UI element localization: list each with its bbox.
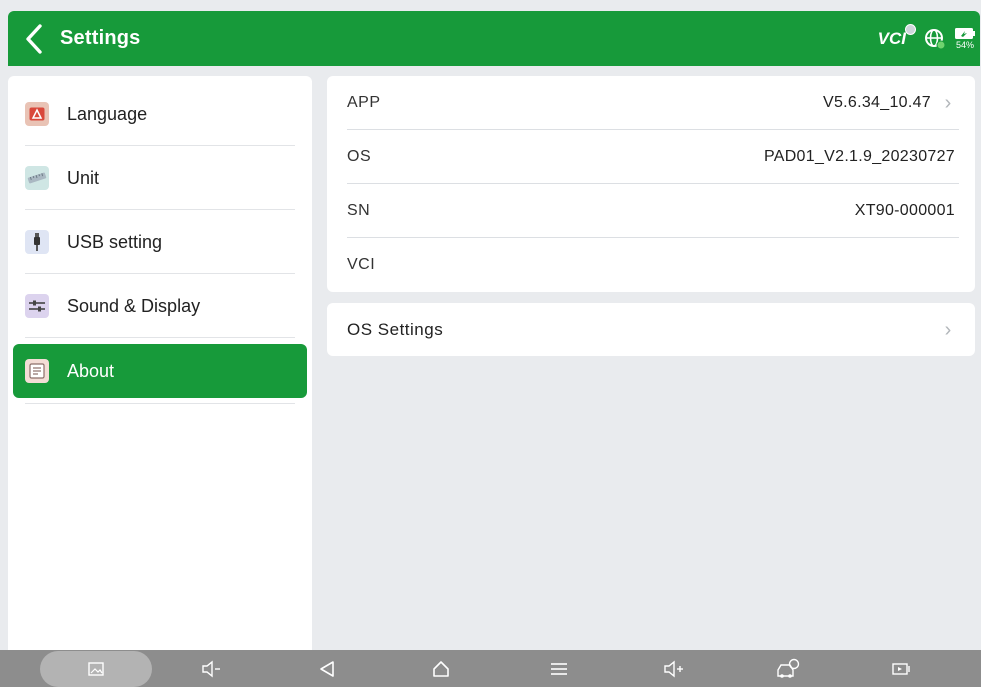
back-nav-button[interactable]	[305, 650, 349, 687]
globe-icon[interactable]	[924, 28, 946, 50]
chevron-right-icon: ›	[944, 91, 952, 114]
sliders-icon	[25, 294, 49, 318]
row-label: VCI	[347, 256, 376, 273]
volume-up-icon	[664, 660, 683, 677]
screen-record-icon	[892, 662, 910, 675]
chevron-right-icon: ›	[944, 318, 952, 341]
status-indicators: VCI 54%	[877, 23, 980, 50]
back-button[interactable]	[8, 11, 60, 66]
document-icon	[25, 359, 49, 383]
screen-record-button[interactable]	[880, 650, 924, 687]
serial-number-row: SN XT90-000001	[327, 184, 975, 238]
battery-indicator: 54%	[954, 27, 976, 50]
vci-label: VCI	[877, 28, 906, 48]
row-label: APP	[347, 94, 381, 111]
menu-icon	[551, 662, 567, 675]
sidebar-item-label: Language	[67, 103, 148, 124]
row-label: SN	[347, 202, 371, 219]
sidebar-item-label: Sound & Display	[67, 295, 201, 316]
vci-connection-dot	[905, 23, 916, 35]
gallery-button[interactable]	[74, 650, 118, 687]
ruler-icon	[25, 166, 49, 190]
home-icon	[433, 660, 449, 677]
chevron-left-icon	[26, 23, 42, 54]
volume-down-button[interactable]	[190, 650, 234, 687]
volume-down-icon	[202, 660, 220, 677]
settings-sidebar: Language Unit USB setting Sound & Displa…	[8, 76, 312, 650]
gallery-icon	[88, 661, 104, 676]
sidebar-item-label: USB setting	[67, 231, 163, 252]
sidebar-item-language[interactable]: Language	[13, 82, 307, 146]
os-settings-row[interactable]: OS Settings ›	[327, 303, 975, 357]
os-settings-label: OS Settings	[347, 320, 444, 339]
sidebar-item-unit[interactable]: Unit	[13, 146, 307, 210]
sidebar-item-usb-setting[interactable]: USB setting	[13, 210, 307, 274]
car-diagnosis-icon	[777, 658, 800, 678]
battery-percent: 54%	[955, 40, 974, 50]
row-value: V5.6.34_10.47	[823, 94, 931, 111]
row-value: XT90-000001	[854, 202, 955, 219]
language-icon	[25, 102, 49, 126]
title-bar: Settings VCI 54%	[8, 11, 980, 66]
home-button[interactable]	[419, 650, 463, 687]
vci-status-icon[interactable]: VCI	[877, 23, 916, 49]
volume-up-button[interactable]	[652, 650, 696, 687]
back-triangle-icon	[320, 660, 334, 677]
about-info-card: APP V5.6.34_10.47 › OS PAD01_V2.1.9_2023…	[327, 76, 975, 292]
os-settings-card[interactable]: OS Settings ›	[327, 303, 975, 356]
sidebar-item-label: About	[67, 360, 115, 381]
system-navigation-bar	[0, 650, 981, 687]
vci-row: VCI	[327, 238, 975, 292]
car-diagnosis-button[interactable]	[766, 650, 810, 687]
sidebar-item-sound-display[interactable]: Sound & Display	[13, 274, 307, 338]
app-version-row[interactable]: APP V5.6.34_10.47 ›	[327, 76, 975, 130]
sidebar-item-label: Unit	[67, 167, 100, 188]
page-title: Settings	[60, 27, 141, 49]
menu-button[interactable]	[537, 650, 581, 687]
sidebar-item-about[interactable]: About	[13, 344, 307, 404]
row-label: OS	[347, 148, 372, 165]
usb-icon	[25, 230, 49, 254]
battery-icon	[955, 28, 975, 39]
row-value: PAD01_V2.1.9_20230727	[763, 148, 955, 165]
os-version-row: OS PAD01_V2.1.9_20230727	[327, 130, 975, 184]
